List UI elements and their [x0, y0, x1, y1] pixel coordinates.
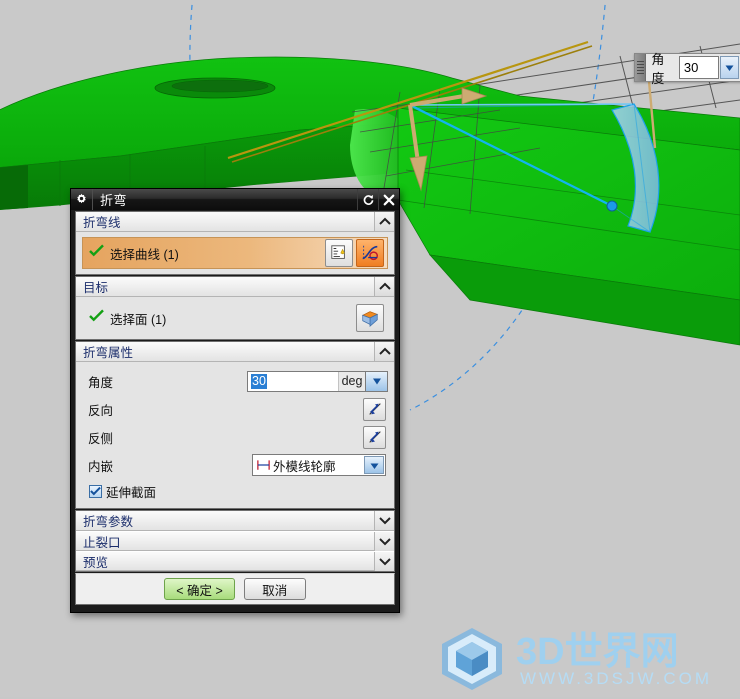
dialog-title: 折弯	[100, 193, 128, 208]
checkbox-checked-icon[interactable]	[89, 484, 102, 498]
ok-button[interactable]: < 确定 >	[164, 578, 235, 600]
watermark: 3D世界网 WWW.3DSJW.COM	[436, 624, 732, 694]
dimension-icon	[253, 459, 273, 471]
section-title-bend-line: 折弯线	[83, 216, 121, 230]
inset-label: 内嵌	[88, 459, 114, 474]
section-body-bend-properties: 角度 30 deg 反向 反侧 内嵌 外模线轮廓 延伸截面	[76, 362, 394, 508]
section-bend-properties: 折弯属性 角度 30 deg 反向 反侧 内嵌 外模线轮廓 延伸截面	[75, 341, 395, 509]
reset-icon[interactable]	[357, 189, 378, 210]
select-face-row[interactable]: 选择面 (1)	[82, 302, 388, 334]
drag-grip-icon[interactable]	[635, 54, 647, 81]
watermark-brand: 3D世界网	[516, 631, 679, 673]
section-header-bend-line[interactable]: 折弯线	[76, 212, 394, 232]
select-curve-row[interactable]: 选择曲线 (1)	[82, 237, 388, 269]
chevron-down-icon[interactable]	[364, 456, 384, 474]
extend-section-label: 延伸截面	[106, 485, 157, 500]
section-body-target: 选择面 (1)	[76, 297, 394, 339]
chevron-down-icon[interactable]	[374, 551, 394, 571]
angle-unit: deg	[338, 371, 365, 391]
section-header-target[interactable]: 目标	[76, 277, 394, 297]
reverse-direction-row: 反向	[82, 395, 388, 423]
section-header-relief[interactable]: 止裂口	[76, 531, 394, 551]
section-title-bend-properties: 折弯属性	[83, 346, 134, 360]
chevron-up-icon[interactable]	[374, 212, 394, 231]
section-header-preview[interactable]: 预览	[76, 551, 394, 571]
angle-row: 角度 30 deg	[82, 367, 388, 395]
reverse-side-row: 反侧	[82, 423, 388, 451]
select-curve-icon[interactable]	[356, 239, 384, 267]
section-title-preview: 预览	[83, 555, 109, 570]
check-icon	[89, 244, 104, 262]
cancel-button[interactable]: 取消	[243, 578, 306, 600]
chevron-up-icon[interactable]	[374, 342, 394, 361]
section-bend-line: 折弯线 选择曲线 (1)	[75, 211, 395, 275]
section-header-bend-properties[interactable]: 折弯属性	[76, 342, 394, 362]
reverse-side-label: 反侧	[88, 431, 114, 446]
flip-direction-icon[interactable]	[363, 397, 386, 421]
dialog-footer: < 确定 > 取消	[75, 573, 395, 605]
angle-spinner[interactable]: 30 deg	[247, 370, 388, 392]
section-header-bend-parameters[interactable]: 折弯参数	[76, 511, 394, 531]
inset-value: 外模线轮廓	[273, 459, 336, 474]
select-face-icon[interactable]	[356, 304, 384, 332]
angle-value: 30	[251, 373, 267, 389]
chevron-down-icon[interactable]	[374, 511, 394, 530]
select-face-label: 选择面 (1)	[110, 312, 167, 327]
chevron-up-icon[interactable]	[374, 277, 394, 296]
flip-side-icon[interactable]	[363, 425, 386, 449]
angle-input[interactable]: 30	[248, 372, 338, 391]
section-target: 目标 选择面 (1)	[75, 276, 395, 340]
extend-section-row[interactable]: 延伸截面	[82, 479, 388, 503]
section-title-bend-parameters: 折弯参数	[83, 515, 134, 529]
gear-icon	[71, 189, 93, 210]
section-body-bend-line: 选择曲线 (1)	[76, 232, 394, 274]
section-title-relief: 止裂口	[83, 535, 121, 550]
section-title-target: 目标	[83, 281, 109, 295]
reverse-direction-label: 反向	[88, 403, 114, 418]
inline-angle-input[interactable]: 角度 30	[634, 51, 740, 86]
dialog-titlebar[interactable]: 折弯	[71, 189, 399, 210]
inline-angle-value[interactable]: 30	[678, 56, 719, 79]
curve-rule-icon[interactable]	[325, 239, 353, 267]
inset-dropdown[interactable]: 外模线轮廓	[252, 454, 386, 476]
chevron-down-icon[interactable]	[719, 56, 740, 79]
inset-row: 内嵌 外模线轮廓	[82, 451, 388, 479]
angle-label: 角度	[88, 375, 114, 390]
inline-angle-label: 角度	[651, 51, 665, 86]
cube-logo-icon	[442, 628, 502, 690]
bend-dialog[interactable]: 折弯 折弯线 选择曲线 (1) 目标 选择面 (1) 折弯属性 角度 30 de…	[70, 188, 400, 613]
check-icon	[89, 309, 104, 327]
close-icon[interactable]	[378, 189, 399, 210]
chevron-down-icon[interactable]	[374, 531, 394, 551]
watermark-url: WWW.3DSJW.COM	[520, 669, 712, 688]
select-curve-label: 选择曲线 (1)	[110, 247, 179, 262]
chevron-down-icon[interactable]	[365, 371, 387, 391]
collapsed-sections: 折弯参数 止裂口 预览	[75, 510, 395, 572]
